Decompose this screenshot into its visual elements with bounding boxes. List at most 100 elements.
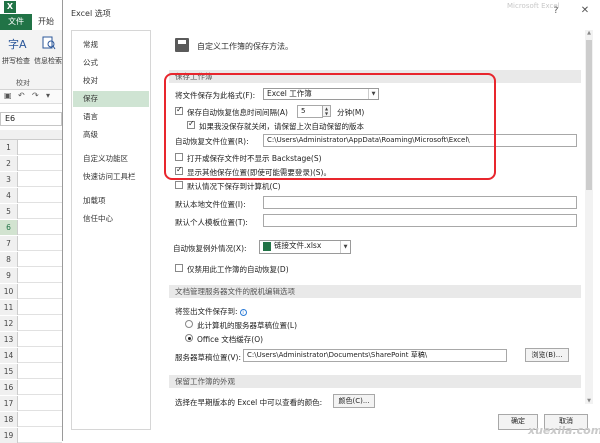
save-icon[interactable]: ▣ — [4, 91, 12, 100]
sheet-row[interactable]: 5 — [0, 204, 62, 219]
info-icon: i — [239, 308, 247, 316]
colors-label: 选择在早期版本的 Excel 中可以查看的颜色: — [175, 398, 323, 407]
excel-logo-icon: X — [4, 1, 16, 13]
office-cache-radio[interactable] — [185, 334, 193, 342]
nav-item[interactable]: 公式 — [73, 55, 149, 71]
row-number[interactable]: 8 — [0, 252, 18, 267]
sheet-row[interactable]: 16 — [0, 380, 62, 395]
scrollbar-thumb[interactable] — [586, 40, 592, 190]
research-button-label[interactable]: 信息检索 — [34, 56, 62, 66]
row-number[interactable]: 13 — [0, 332, 18, 347]
proofing-group-label: 校对 — [16, 79, 30, 87]
autorecover-exceptions-label: 自动恢复例外情况(X): — [173, 244, 247, 253]
save-to-computer-checkbox[interactable] — [175, 181, 183, 189]
row-number[interactable]: 4 — [0, 188, 18, 203]
row-number[interactable]: 7 — [0, 236, 18, 251]
nav-item[interactable]: 校对 — [73, 73, 149, 89]
highlight-annotation — [164, 73, 496, 180]
sheet-row[interactable]: 3 — [0, 172, 62, 187]
sheet-row[interactable]: 11 — [0, 300, 62, 315]
office-cache-radio-label: Office 文档缓存(O) — [197, 335, 264, 344]
row-number[interactable]: 5 — [0, 204, 18, 219]
row-number[interactable]: 3 — [0, 172, 18, 187]
default-local-location-input[interactable] — [263, 196, 577, 209]
sheet-row[interactable]: 2 — [0, 156, 62, 171]
row-number[interactable]: 11 — [0, 300, 18, 315]
section-offline-editing: 文档管理服务器文件的脱机编辑选项 — [169, 285, 581, 298]
row-number[interactable]: 2 — [0, 156, 18, 171]
row-number[interactable]: 9 — [0, 268, 18, 283]
disable-autorecover-label: 仅禁用此工作簿的自动恢复(D) — [187, 265, 289, 274]
excel-ribbon-tabs: 文件 开始 — [0, 14, 62, 30]
row-number[interactable]: 17 — [0, 396, 18, 411]
row-number[interactable]: 6 — [0, 220, 18, 235]
close-icon[interactable]: ✕ — [577, 4, 593, 18]
excel-file-icon — [263, 241, 271, 251]
options-nav: 常规公式校对保存语言高级自定义功能区 快速访问工具栏 加载项信任中心 — [71, 30, 151, 430]
nav-item[interactable]: 常规 — [73, 37, 149, 53]
row-number[interactable]: 14 — [0, 348, 18, 363]
sheet-row[interactable]: 9 — [0, 268, 62, 283]
checkout-label-text: 将签出文件保存到: — [175, 307, 238, 316]
server-drafts-location-input[interactable]: C:\Users\Administrator\Documents\SharePo… — [243, 349, 507, 362]
column-header — [0, 130, 62, 140]
redo-icon[interactable]: ↷ — [32, 91, 39, 100]
nav-item[interactable]: 自定义功能区 — [73, 151, 149, 167]
tab-file[interactable]: 文件 — [0, 14, 32, 30]
sheet-row[interactable]: 12 — [0, 316, 62, 331]
server-drafts-radio-label: 此计算机的服务器草稿位置(L) — [197, 321, 298, 330]
nav-item[interactable]: 加载项 — [73, 193, 149, 209]
default-local-location-label: 默认本地文件位置(I): — [175, 200, 246, 209]
row-number[interactable]: 12 — [0, 316, 18, 331]
undo-icon[interactable]: ↶ — [18, 91, 25, 100]
sheet-row[interactable]: 17 — [0, 396, 62, 411]
customize-icon[interactable]: ▾ — [46, 91, 50, 100]
sheet-row[interactable]: 4 — [0, 188, 62, 203]
intro-text: 自定义工作簿的保存方法。 — [197, 42, 293, 51]
sheet-row[interactable]: 13 — [0, 332, 62, 347]
sheet-row[interactable]: 15 — [0, 364, 62, 379]
spelling-icon[interactable]: 字A — [8, 36, 27, 52]
save-to-computer-label: 默认情况下保存到计算机(C) — [187, 182, 281, 191]
disable-autorecover-checkbox[interactable] — [175, 264, 183, 272]
sheet-row[interactable]: 18 — [0, 412, 62, 427]
row-number[interactable]: 16 — [0, 380, 18, 395]
quick-access-toolbar: ▣ ↶ ↷ ▾ — [0, 90, 62, 104]
nav-item[interactable]: 保存 — [73, 91, 149, 107]
research-icon[interactable] — [42, 36, 56, 53]
nav-item[interactable]: 快速访问工具栏 — [73, 169, 149, 185]
name-box[interactable]: E6 — [0, 112, 62, 126]
nav-item[interactable]: 高级 — [73, 127, 149, 143]
row-number[interactable]: 18 — [0, 412, 18, 427]
scroll-up-icon[interactable]: ▲ — [585, 30, 593, 36]
checkout-label: 将签出文件保存到: i — [175, 306, 247, 317]
sheet-row[interactable]: 10 — [0, 284, 62, 299]
autorecover-exceptions-select[interactable]: 链接文件.xlsx ▼ — [259, 240, 351, 254]
sheet-row[interactable]: 6 — [0, 220, 62, 235]
browse-button[interactable]: 浏览(B)... — [525, 348, 569, 362]
sheet-row[interactable]: 1 — [0, 140, 62, 155]
row-number[interactable]: 10 — [0, 284, 18, 299]
default-template-location-input[interactable] — [263, 214, 577, 227]
default-template-location-label: 默认个人模板位置(T): — [175, 218, 248, 227]
nav-item[interactable]: 语言 — [73, 109, 149, 125]
sheet-row[interactable]: 14 — [0, 348, 62, 363]
section-preserve-appearance: 保留工作簿的外观 — [169, 375, 581, 388]
content-scrollbar[interactable]: ▲ ▼ — [585, 30, 593, 404]
watermark-text: xuexila.com — [528, 424, 600, 437]
row-number[interactable]: 15 — [0, 364, 18, 379]
sheet-row[interactable]: 7 — [0, 236, 62, 251]
server-drafts-location-label: 服务器草稿位置(V): — [175, 353, 242, 362]
row-number[interactable]: 1 — [0, 140, 18, 155]
spelling-button-label[interactable]: 拼写检查 — [2, 56, 30, 66]
exceptions-workbook: 链接文件.xlsx — [274, 241, 322, 250]
sheet-row[interactable]: 8 — [0, 252, 62, 267]
tab-start[interactable]: 开始 — [38, 14, 54, 30]
excel-ribbon: 字A 拼写检查 信息检索 校对 — [0, 30, 62, 90]
colors-button[interactable]: 颜色(C)... — [333, 394, 375, 408]
worksheet-grid[interactable]: 1 2 3 4 5 6 7 8 9 10 11 12 13 14 15 16 17 18 19 — [0, 130, 62, 443]
server-drafts-radio[interactable] — [185, 320, 193, 328]
help-icon[interactable]: ? — [549, 4, 563, 18]
nav-item[interactable]: 信任中心 — [73, 211, 149, 227]
scroll-down-icon[interactable]: ▼ — [585, 398, 593, 404]
